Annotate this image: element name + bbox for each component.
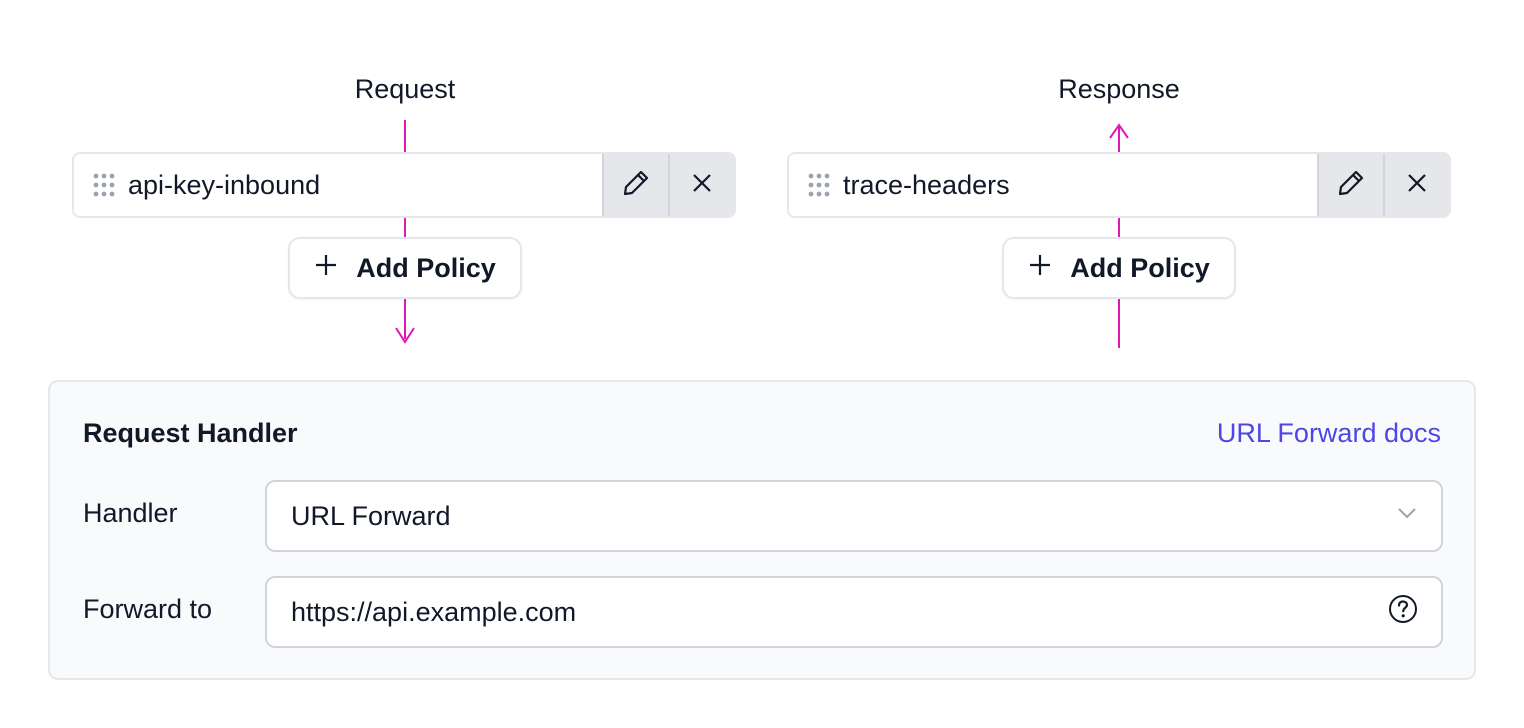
edit-policy-button[interactable] <box>602 154 668 216</box>
drag-handle-icon[interactable] <box>789 154 843 216</box>
request-flow-line <box>404 218 406 237</box>
add-policy-label: Add Policy <box>1070 252 1210 283</box>
x-icon <box>689 170 715 201</box>
arrow-down-icon <box>390 318 420 348</box>
docs-link[interactable]: URL Forward docs <box>1217 418 1441 449</box>
policy-card-trace-headers[interactable]: trace-headers <box>787 152 1451 218</box>
forward-to-label: Forward to <box>83 594 213 624</box>
pencil-icon <box>1335 167 1367 204</box>
add-policy-button-response[interactable]: Add Policy <box>1002 237 1236 299</box>
response-label: Response <box>1058 74 1180 104</box>
forward-to-input[interactable]: https://api.example.com <box>265 576 1443 648</box>
help-icon[interactable] <box>1387 593 1419 632</box>
request-flow-line <box>404 120 406 152</box>
response-flow-line <box>1118 299 1120 348</box>
plus-icon <box>314 253 338 284</box>
remove-policy-button[interactable] <box>1383 154 1449 216</box>
chevron-down-icon <box>1395 501 1419 532</box>
policy-card-api-key-inbound[interactable]: api-key-inbound <box>72 152 736 218</box>
x-icon <box>1404 170 1430 201</box>
handler-value: URL Forward <box>291 500 451 531</box>
plus-icon <box>1028 253 1052 284</box>
add-policy-button-request[interactable]: Add Policy <box>288 237 522 299</box>
request-label: Request <box>354 74 456 104</box>
remove-policy-button[interactable] <box>668 154 734 216</box>
forward-to-value: https://api.example.com <box>291 596 577 627</box>
panel-title: Request Handler <box>83 418 298 448</box>
request-handler-panel: Request Handler URL Forward docs Handler… <box>48 380 1476 680</box>
pencil-icon <box>620 167 652 204</box>
policy-name: api-key-inbound <box>128 169 321 200</box>
response-flow-line <box>1118 218 1120 237</box>
drag-handle-icon[interactable] <box>74 154 128 216</box>
policy-name: trace-headers <box>843 169 1010 200</box>
handler-select[interactable]: URL Forward <box>265 480 1443 552</box>
edit-policy-button[interactable] <box>1317 154 1383 216</box>
response-flow-line <box>1118 126 1120 152</box>
add-policy-label: Add Policy <box>356 252 496 283</box>
handler-label: Handler <box>83 498 178 528</box>
